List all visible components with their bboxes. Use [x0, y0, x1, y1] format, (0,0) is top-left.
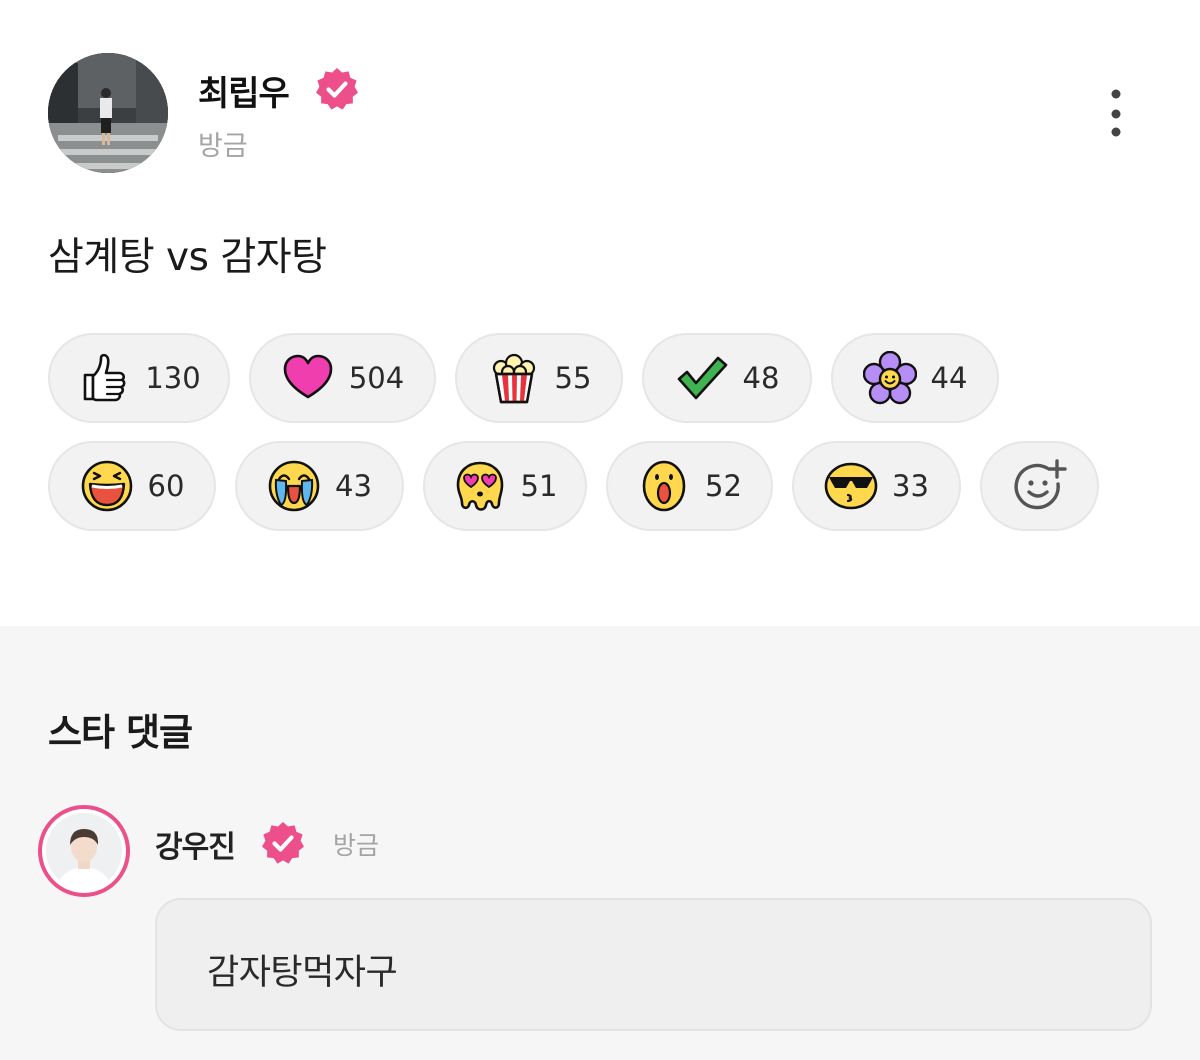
reaction-laughing-button[interactable]: 60 — [48, 441, 216, 531]
heart-icon — [281, 351, 335, 405]
post-timestamp: 방금 — [198, 131, 248, 162]
popcorn-icon — [487, 351, 541, 405]
post-body-text: 삼계탕 vs 감자탕 — [48, 235, 327, 280]
author-avatar[interactable] — [48, 53, 168, 173]
sunglasses-face-icon — [824, 459, 878, 513]
crying-face-icon — [267, 459, 321, 513]
reaction-thumbs-up-button[interactable]: 130 — [48, 333, 230, 423]
reaction-flower-button[interactable]: 44 — [831, 333, 999, 423]
commenter-name[interactable]: 강우진 — [155, 822, 236, 866]
comment-timestamp: 방금 — [333, 831, 380, 860]
check-icon — [675, 351, 729, 405]
laughing-face-icon — [80, 459, 134, 513]
reaction-check-button[interactable]: 48 — [642, 333, 812, 423]
reaction-melting-heart-eyes-button[interactable]: 51 — [423, 441, 587, 531]
flower-icon — [862, 351, 917, 405]
reaction-count: 44 — [930, 361, 968, 395]
star-comments-section: 스타 댓글 강우진 방금 감자탕먹자구 — [0, 626, 1200, 1060]
comment-bubble: 감자탕먹자구 — [155, 898, 1152, 1031]
more-options-button[interactable] — [1098, 86, 1134, 142]
reaction-count: 43 — [335, 469, 372, 503]
surprised-face-icon — [637, 459, 691, 513]
reaction-popcorn-button[interactable]: 55 — [455, 333, 623, 423]
reaction-count: 48 — [742, 361, 780, 395]
thumbs-up-icon — [77, 351, 131, 405]
author-name[interactable]: 최립우 — [198, 66, 290, 115]
reaction-count: 52 — [705, 469, 742, 503]
post-card: 최립우 방금 삼계탕 vs 감자탕 130 504 55 48 44 60 43… — [0, 0, 1200, 626]
commenter-avatar[interactable] — [38, 805, 130, 897]
reaction-sunglasses-button[interactable]: 33 — [792, 441, 961, 531]
melting-heart-eyes-face-icon — [453, 459, 507, 513]
reaction-surprised-button[interactable]: 52 — [606, 441, 773, 531]
reaction-crying-button[interactable]: 43 — [235, 441, 404, 531]
section-title: 스타 댓글 — [48, 711, 193, 754]
reaction-heart-button[interactable]: 504 — [249, 333, 436, 423]
verified-badge-icon — [260, 820, 306, 866]
add-reaction-icon — [1010, 456, 1070, 516]
verified-badge-icon — [314, 66, 360, 112]
reaction-count: 33 — [892, 469, 929, 503]
add-reaction-button[interactable] — [980, 441, 1099, 531]
reaction-count: 130 — [145, 361, 201, 395]
reactions-row-2: 60 43 51 52 33 — [48, 441, 1118, 531]
comment-text: 감자탕먹자구 — [207, 953, 398, 993]
reactions-row-1: 130 504 55 48 44 — [48, 333, 1018, 423]
reaction-count: 504 — [348, 361, 405, 395]
reaction-count: 60 — [147, 469, 185, 503]
reaction-count: 51 — [520, 469, 558, 503]
reaction-count: 55 — [554, 361, 592, 395]
